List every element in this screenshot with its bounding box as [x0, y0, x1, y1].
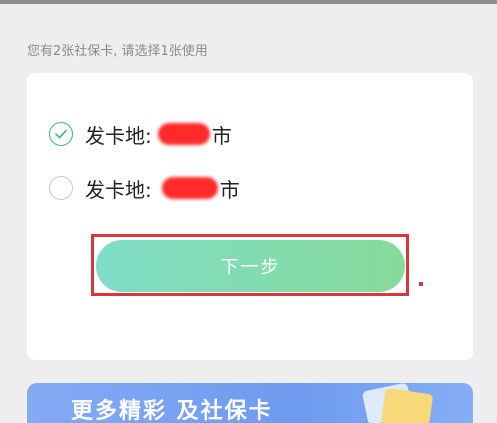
- card-option-label: 发卡地: 市: [85, 120, 232, 149]
- promo-banner[interactable]: 更多精彩 及社保卡: [27, 383, 473, 423]
- city-suffix: 市: [219, 177, 240, 202]
- issuing-place-prefix: 发卡地:: [85, 177, 152, 202]
- card-selection-panel: 发卡地: 市 发卡地: 市 下一步: [27, 73, 473, 360]
- card-illustration-icon: [362, 383, 433, 423]
- city-suffix: 市: [211, 123, 232, 148]
- next-step-button[interactable]: 下一步: [96, 240, 405, 292]
- annotation-dot: [419, 282, 423, 286]
- empty-circle-icon[interactable]: [49, 176, 73, 200]
- redacted-city: [161, 177, 218, 199]
- banner-text: 更多精彩 及社保卡: [71, 399, 273, 423]
- top-bar: [0, 0, 497, 4]
- card-option-2[interactable]: 发卡地: 市: [49, 173, 240, 203]
- card-option-label: 发卡地: 市: [85, 174, 240, 203]
- check-circle-icon[interactable]: [49, 122, 73, 146]
- card-option-1[interactable]: 发卡地: 市: [49, 119, 232, 149]
- redacted-city: [157, 123, 210, 145]
- card-count-hint: 您有2张社保卡, 请选择1张使用: [27, 44, 208, 59]
- issuing-place-prefix: 发卡地:: [85, 123, 152, 148]
